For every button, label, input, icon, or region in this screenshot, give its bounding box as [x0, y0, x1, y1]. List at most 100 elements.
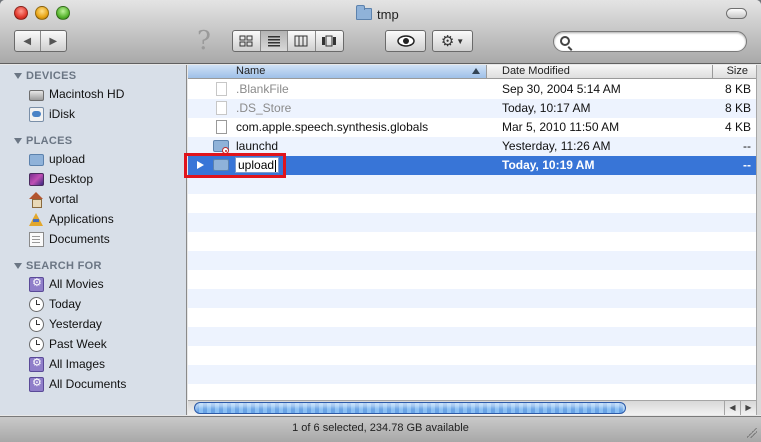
forward-button[interactable]: ▶: [41, 31, 66, 51]
file-size: --: [743, 139, 751, 153]
search-field[interactable]: [553, 31, 747, 52]
view-mode-control: [232, 30, 344, 52]
sidebar-item-applications[interactable]: Applications: [29, 210, 114, 228]
file-row[interactable]: com.apple.speech.synthesis.globals Mar 5…: [188, 118, 756, 137]
file-row[interactable]: .DS_Store Today, 10:17 AM 8 KB: [188, 99, 756, 118]
action-menu-button[interactable]: ⚙ ▼: [432, 30, 473, 52]
column-header-date-modified[interactable]: Date Modified: [502, 65, 570, 77]
sidebar-item-all-movies[interactable]: All Movies: [29, 275, 104, 293]
sidebar-item-today[interactable]: Today: [29, 295, 81, 313]
close-button[interactable]: [14, 6, 28, 20]
back-arrow-icon: ◀: [23, 35, 32, 47]
list-view-button[interactable]: [260, 31, 288, 51]
icon-view-button[interactable]: [233, 31, 261, 51]
disclosure-closed-icon[interactable]: [197, 161, 204, 169]
toolbar-toggle-button[interactable]: [726, 8, 747, 19]
sidebar-item-label: Macintosh HD: [49, 87, 125, 101]
sidebar-item-vortal[interactable]: vortal: [29, 190, 78, 208]
hard-drive-icon: [29, 89, 44, 101]
file-list: Name Date Modified Size .BlankFile Sep 3…: [188, 65, 756, 400]
file-date: Mar 5, 2010 11:50 AM: [502, 120, 620, 134]
sidebar-item-label: All Movies: [49, 277, 104, 291]
file-icon: [216, 120, 227, 134]
file-date: Today, 10:17 AM: [502, 101, 591, 115]
file-row[interactable]: .BlankFile Sep 30, 2004 5:14 AM 8 KB: [188, 80, 756, 99]
file-date: Today, 10:19 AM: [502, 158, 595, 172]
finder-window: tmp ◀ ▶ ? ⚙ ▼ DEVICES Macintosh HD iDisk…: [0, 0, 761, 442]
folder-icon: [29, 154, 44, 166]
rename-field[interactable]: upload: [235, 157, 280, 173]
help-icon[interactable]: ?: [197, 26, 211, 56]
sidebar-item-desktop[interactable]: Desktop: [29, 170, 93, 188]
file-icon: [216, 82, 227, 96]
rename-text: upload: [238, 158, 275, 172]
column-header-size[interactable]: Size: [727, 65, 748, 77]
file-size: --: [743, 158, 751, 172]
sidebar-item-yesterday[interactable]: Yesterday: [29, 315, 102, 333]
toolbar: tmp ◀ ▶ ? ⚙ ▼: [0, 0, 761, 64]
sidebar-item-past-week[interactable]: Past Week: [29, 335, 107, 353]
file-icon: [216, 101, 227, 115]
smart-folder-icon: [29, 376, 44, 392]
file-size: 8 KB: [724, 82, 751, 96]
sort-ascending-icon: [472, 68, 480, 74]
smart-folder-icon: [29, 276, 44, 292]
sidebar-header-devices[interactable]: DEVICES: [14, 70, 76, 82]
sidebar-item-upload[interactable]: upload: [29, 150, 85, 168]
disclosure-open-icon[interactable]: [14, 263, 22, 269]
vertical-scrollbar-track[interactable]: [756, 65, 761, 415]
file-row[interactable]: launchd Yesterday, 11:26 AM --: [188, 137, 756, 156]
search-input[interactable]: [576, 34, 741, 50]
sidebar-item-label: vortal: [49, 192, 79, 206]
status-bar: 1 of 6 selected, 234.78 GB available: [0, 416, 761, 442]
quick-look-button[interactable]: [385, 30, 426, 52]
chevron-down-icon: ▼: [456, 36, 465, 46]
horizontal-scrollbar[interactable]: ◀ ▶: [188, 400, 756, 415]
back-button[interactable]: ◀: [15, 31, 41, 51]
folder-icon: [213, 159, 229, 171]
sidebar-item-all-images[interactable]: All Images: [29, 355, 105, 373]
disclosure-open-icon[interactable]: [14, 73, 22, 79]
file-name: .DS_Store: [236, 101, 292, 115]
file-size: 4 KB: [724, 120, 751, 134]
file-date: Sep 30, 2004 5:14 AM: [502, 82, 621, 96]
zoom-button[interactable]: [56, 6, 70, 20]
documents-icon: [29, 231, 44, 247]
scroll-arrows: ◀ ▶: [724, 401, 756, 415]
clock-icon: [29, 296, 44, 312]
idisk-icon: [29, 106, 44, 122]
folder-icon: [356, 5, 372, 20]
gear-icon: ⚙: [440, 33, 455, 50]
file-row-selected[interactable]: upload Today, 10:19 AM --: [188, 156, 756, 175]
sidebar-item-label: All Documents: [49, 377, 127, 391]
sidebar-item-macintosh-hd[interactable]: Macintosh HD: [29, 85, 124, 103]
scroll-right-button[interactable]: ▶: [740, 401, 756, 415]
column-view-button[interactable]: [288, 31, 316, 51]
status-text: 1 of 6 selected, 234.78 GB available: [292, 422, 469, 434]
desktop-icon: [29, 172, 44, 186]
back-forward-control: ◀ ▶: [14, 30, 67, 52]
column-header-label: Name: [236, 65, 266, 77]
search-icon: [560, 36, 570, 46]
list-header: Name Date Modified Size: [188, 65, 756, 79]
resize-grip-icon[interactable]: [747, 428, 757, 438]
column-divider[interactable]: [712, 65, 713, 78]
sidebar-item-label: Past Week: [49, 337, 107, 351]
minimize-button[interactable]: [35, 6, 49, 20]
disclosure-open-icon[interactable]: [14, 138, 22, 144]
clock-icon: [29, 316, 44, 332]
cover-flow-icon: [322, 35, 337, 47]
sidebar-item-idisk[interactable]: iDisk: [29, 105, 75, 123]
sidebar-header-places[interactable]: PLACES: [14, 135, 72, 147]
smart-folder-icon: [29, 356, 44, 372]
column-header-name[interactable]: Name: [188, 65, 487, 78]
sidebar-item-documents[interactable]: Documents: [29, 230, 110, 248]
sidebar-item-label: Desktop: [49, 172, 94, 186]
scroll-left-button[interactable]: ◀: [724, 401, 740, 415]
sidebar-header-search-for[interactable]: SEARCH FOR: [14, 260, 102, 272]
column-view-icon: [294, 35, 308, 47]
scrollbar-thumb[interactable]: [194, 402, 626, 414]
sidebar-item-all-documents[interactable]: All Documents: [29, 375, 126, 393]
sidebar-item-label: All Images: [49, 357, 106, 371]
cover-flow-view-button[interactable]: [316, 31, 343, 51]
